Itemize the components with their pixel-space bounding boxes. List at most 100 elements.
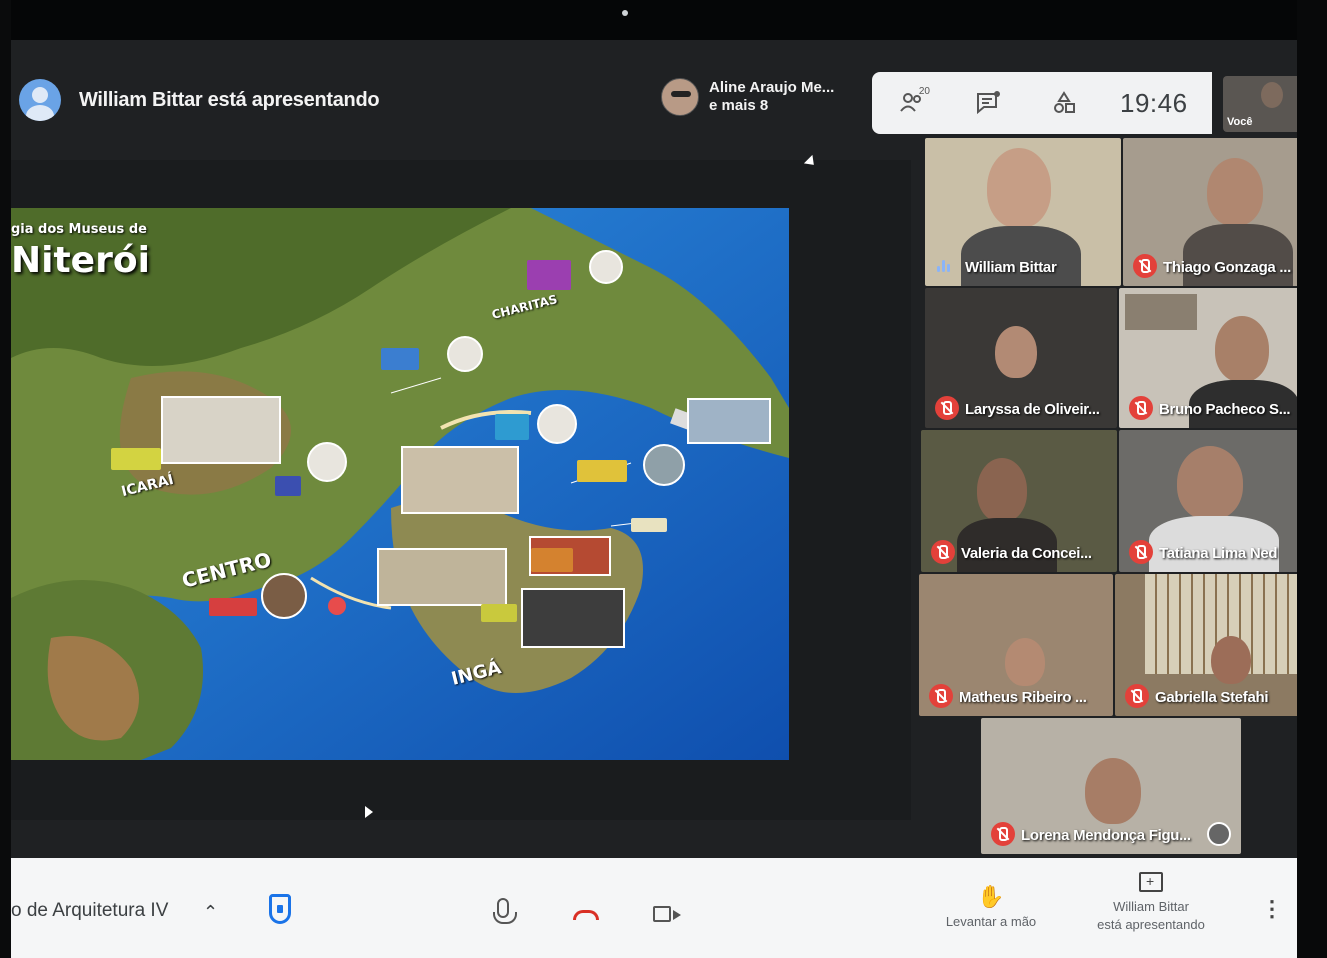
participant-head bbox=[1215, 316, 1269, 382]
participant-name: Laryssa de Oliveir... bbox=[965, 401, 1100, 418]
participant-tile[interactable]: Laryssa de Oliveir... bbox=[925, 288, 1117, 428]
participant-name: Matheus Ribeiro ... bbox=[959, 689, 1087, 706]
participant-head bbox=[1177, 446, 1243, 520]
mic-off-icon bbox=[1125, 684, 1149, 708]
presenter-avatar bbox=[19, 79, 61, 121]
participants-chip-name: Aline Araujo Me... bbox=[709, 79, 835, 96]
wall-frame bbox=[1125, 294, 1197, 330]
slide-subtitle: gia dos Museus de bbox=[11, 222, 147, 237]
participant-name: Valeria da Concei... bbox=[961, 545, 1092, 562]
participant-name: Lorena Mendonça Figu... bbox=[1021, 827, 1191, 844]
speaking-indicator bbox=[937, 260, 950, 272]
present-icon bbox=[1139, 872, 1163, 892]
hangup-icon[interactable] bbox=[573, 910, 599, 920]
camera-icon[interactable] bbox=[653, 906, 681, 922]
present-button[interactable]: William Bittar está apresentando bbox=[1081, 872, 1221, 934]
participant-head bbox=[995, 326, 1037, 378]
participant-tile[interactable]: Gabriella Stefahi bbox=[1115, 574, 1307, 716]
slide-title: Niterói bbox=[11, 240, 150, 281]
webcam-dot bbox=[622, 10, 628, 16]
participant-head bbox=[1005, 638, 1045, 686]
meeting-clock: 19:46 bbox=[1120, 87, 1188, 118]
participant-tile[interactable]: Bruno Pacheco S... bbox=[1119, 288, 1309, 428]
presentation-slide: gia dos Museus de Niterói CENTRO ICARAÍ … bbox=[11, 208, 789, 760]
pin-icon[interactable] bbox=[1207, 822, 1231, 846]
participant-head bbox=[1211, 636, 1251, 684]
participant-head bbox=[1207, 158, 1263, 226]
chevron-up-icon[interactable]: ⌃ bbox=[203, 902, 218, 923]
participant-head bbox=[977, 458, 1027, 522]
participant-tile[interactable]: Valeria da Concei... bbox=[921, 430, 1117, 572]
museum-tag bbox=[111, 448, 161, 470]
museum-tag bbox=[381, 348, 419, 370]
museum-tag bbox=[495, 414, 529, 440]
mic-off-icon bbox=[1129, 540, 1153, 564]
top-controls-panel: 20 19:46 bbox=[872, 72, 1212, 134]
participant-name: Gabriella Stefahi bbox=[1155, 689, 1269, 706]
activities-icon bbox=[1054, 91, 1075, 113]
hand-icon: ✋ bbox=[977, 884, 1005, 909]
chat-button[interactable] bbox=[960, 72, 1016, 134]
monitor-bezel-left bbox=[0, 0, 11, 958]
participant-name: Tatiana Lima Ned bbox=[1159, 545, 1278, 562]
museum-tag bbox=[275, 476, 301, 496]
museum-circle-photo bbox=[537, 404, 577, 444]
museum-circle-photo bbox=[447, 336, 483, 372]
museum-tag bbox=[577, 460, 627, 482]
activities-button[interactable] bbox=[1036, 72, 1092, 134]
mic-off-icon bbox=[931, 540, 955, 564]
participant-name: Thiago Gonzaga ... bbox=[1163, 259, 1291, 276]
participant-tile[interactable]: Lorena Mendonça Figu... bbox=[981, 718, 1241, 854]
participant-head bbox=[1085, 758, 1141, 824]
presenter-label: William Bittar está apresentando bbox=[79, 88, 380, 111]
museum-circle-photo bbox=[589, 250, 623, 284]
self-face bbox=[1261, 82, 1283, 108]
museum-photo bbox=[377, 548, 507, 606]
raise-hand-button[interactable]: ✋ Levantar a mão bbox=[931, 884, 1051, 929]
participant-body bbox=[1149, 516, 1279, 572]
participant-body bbox=[1183, 224, 1293, 286]
participant-body bbox=[961, 226, 1081, 286]
participant-tile[interactable]: Tatiana Lima Ned bbox=[1119, 430, 1309, 572]
mic-off-icon bbox=[1129, 396, 1153, 420]
meet-window: William Bittar está apresentando Aline A… bbox=[11, 40, 1315, 958]
bottom-toolbar: o de Arquitetura IV ⌃ ✋ Levantar a mão W… bbox=[11, 858, 1301, 958]
more-vert-icon[interactable]: ⋮ bbox=[1261, 896, 1283, 922]
presenter-cursor bbox=[365, 806, 373, 818]
mic-off-icon bbox=[935, 396, 959, 420]
museum-tag bbox=[531, 548, 573, 572]
people-count: 20 bbox=[918, 86, 930, 97]
shield-icon[interactable] bbox=[269, 894, 291, 924]
museum-photo bbox=[687, 398, 771, 444]
present-line2: está apresentando bbox=[1097, 917, 1205, 932]
museum-tag bbox=[527, 260, 571, 290]
participant-tile[interactable]: Thiago Gonzaga ... bbox=[1123, 138, 1309, 286]
self-label: Você bbox=[1227, 116, 1253, 128]
chat-icon bbox=[977, 91, 1000, 115]
mic-icon[interactable] bbox=[493, 898, 517, 924]
monitor-bezel-right bbox=[1297, 0, 1327, 958]
participants-chip[interactable]: Aline Araujo Me... e mais 8 bbox=[661, 78, 834, 116]
present-line1: William Bittar bbox=[1113, 899, 1189, 914]
museum-photo bbox=[401, 446, 519, 514]
meeting-title[interactable]: o de Arquitetura IV bbox=[11, 900, 168, 922]
monitor-bezel-top bbox=[0, 0, 1327, 40]
museum-circle-photo bbox=[307, 442, 347, 482]
participant-tile[interactable]: Matheus Ribeiro ... bbox=[919, 574, 1113, 716]
museum-photo bbox=[521, 588, 625, 648]
museum-tag bbox=[631, 518, 667, 532]
museum-circle-photo bbox=[643, 444, 685, 486]
mic-off-icon bbox=[1133, 254, 1157, 278]
museum-circle-photo bbox=[261, 573, 307, 619]
participant-name: Bruno Pacheco S... bbox=[1159, 401, 1291, 418]
museum-photo bbox=[161, 396, 281, 464]
raise-hand-label: Levantar a mão bbox=[945, 914, 1037, 929]
mic-off-icon bbox=[929, 684, 953, 708]
museum-tag bbox=[209, 598, 257, 616]
participant-tile[interactable]: William Bittar bbox=[925, 138, 1121, 286]
avatar bbox=[661, 78, 699, 116]
mic-off-icon bbox=[991, 822, 1015, 846]
participant-head bbox=[987, 148, 1051, 228]
people-button[interactable]: 20 bbox=[884, 72, 940, 134]
participant-name: William Bittar bbox=[965, 259, 1057, 276]
